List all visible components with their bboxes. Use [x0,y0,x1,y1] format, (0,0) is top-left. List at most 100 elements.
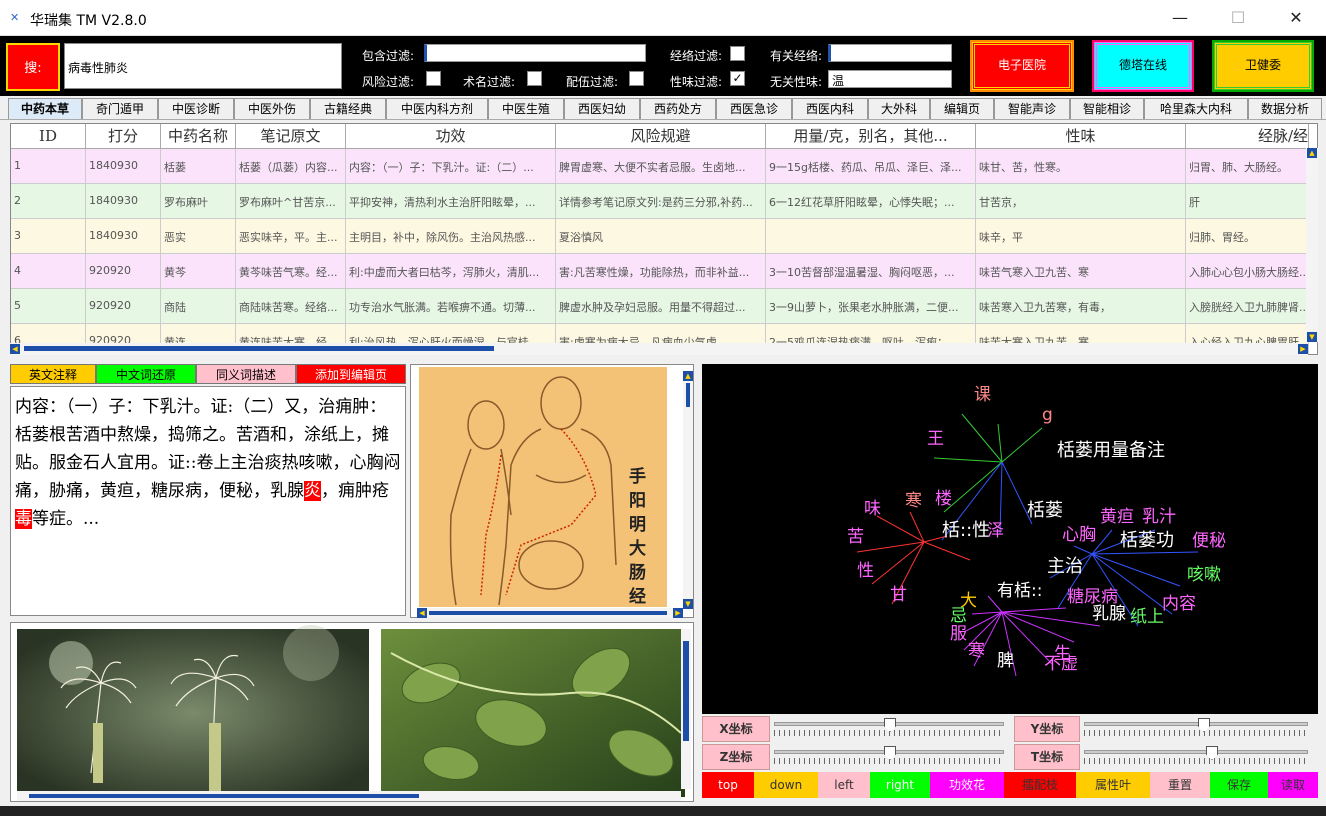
cell-dosage[interactable] [766,219,976,254]
graph-node[interactable]: 纸上 [1130,607,1164,627]
cell-dosage[interactable]: 3一10苦督部湿温暑湿、胸闷呕恶，... [766,254,976,289]
cell-risk[interactable]: 夏浴慎风 [556,219,766,254]
cell-risk[interactable]: 脾胃虚寒、大便不实者忌服。生卤地... [556,149,766,184]
table-row[interactable]: 3 1840930 恶实 恶实味辛，平。主... 主明目，补中，除风伤。主治风热感...… [11,219,1309,254]
cell-score[interactable]: 920920 [86,254,161,289]
search-input[interactable]: 病毒性肺炎 [64,43,342,89]
cell-meridian[interactable]: 入膀胱经入卫九肺脾肾... [1186,289,1309,324]
cell-dosage[interactable]: 9一15g栝楼、药瓜、吊瓜、泽巨、泽... [766,149,976,184]
cell-meridian[interactable]: 归胃、肺、大肠经。 [1186,149,1309,184]
col-header-name[interactable]: 中药名称 [161,124,236,149]
col-header-taste[interactable]: 性味 [976,124,1186,149]
graph-node[interactable]: g [1042,405,1053,425]
tab-face-diagnosis[interactable]: 智能相诊 [1070,98,1144,119]
scroll-up-icon[interactable]: ▲ [1307,148,1317,158]
reset-button[interactable]: 重置 [1150,772,1210,798]
scroll-right-icon[interactable]: ▶ [673,608,683,618]
cell-score[interactable]: 1840930 [86,149,161,184]
ehospital-button[interactable]: 电子医院 [970,40,1074,92]
graph-node[interactable]: 内容 [1162,594,1196,614]
efficacy-flower-button[interactable]: 功效花 [930,772,1004,798]
tab-editor[interactable]: 编辑页 [930,98,994,119]
cell-note[interactable]: 罗布麻叶^甘苦京... [236,184,346,219]
english-note-button[interactable]: 英文注释 [10,364,96,384]
compat-filter-checkbox[interactable] [629,71,644,86]
graph-node[interactable]: 栝蒌用量备注 [1057,440,1165,461]
tab-voice-diagnosis[interactable]: 智能声诊 [994,98,1070,119]
cell-score[interactable]: 1840930 [86,184,161,219]
tab-harrison[interactable]: 哈里森大内科 [1144,98,1248,119]
meridian-filter-checkbox[interactable] [730,46,745,61]
cell-taste[interactable]: 味辛，平 [976,219,1186,254]
table-row[interactable]: 2 1840930 罗布麻叶 罗布麻叶^甘苦京... 平抑安神，清热利水主治肝阳眩晕，.… [11,184,1309,219]
related-meridian-input[interactable] [828,44,952,62]
synonym-button[interactable]: 同义词描述 [196,364,296,384]
tab-surgery[interactable]: 大外科 [868,98,930,119]
health-committee-button[interactable]: 卫健委 [1212,40,1314,92]
tab-tcm-reproduction[interactable]: 中医生殖 [488,98,564,119]
scroll-thumb[interactable] [24,346,494,351]
scroll-left-icon[interactable]: ◀ [10,344,20,354]
col-header-risk[interactable]: 风险规避 [556,124,766,149]
cell-dosage[interactable]: 3一9山萝卜，张果老水肿胀满，二便... [766,289,976,324]
cell-name[interactable]: 恶实 [161,219,236,254]
include-filter-input[interactable] [424,44,646,62]
tab-tcm-internal[interactable]: 中医内科方剂 [386,98,488,119]
tab-wm-internal[interactable]: 西医内科 [792,98,868,119]
top-button[interactable]: top [702,772,754,798]
scroll-left-icon[interactable]: ◀ [417,608,427,618]
maximize-button[interactable]: ☐ [1228,8,1248,28]
x-coord-slider[interactable] [770,716,1014,742]
delta-online-button[interactable]: 德塔在线 [1092,40,1194,92]
unrelated-taste-input[interactable]: 温 [828,70,952,88]
graph-node[interactable]: 主治 [1047,556,1083,577]
cell-efficacy[interactable]: 内容：（一）子：下乳汁。证:（二）... [346,149,556,184]
graph-node[interactable]: 有栝:: [997,581,1042,601]
graph-node[interactable]: 服 [950,624,967,644]
graph-node[interactable]: 栝::性 [942,520,990,541]
save-button[interactable]: 保存 [1210,772,1268,798]
tab-tcm-trauma[interactable]: 中医外伤 [234,98,310,119]
scroll-down-icon[interactable]: ▼ [1307,332,1317,342]
cell-meridian[interactable]: 入肺心心包小肠大肠经... [1186,254,1309,289]
risk-filter-checkbox[interactable] [426,71,441,86]
compat-branch-button[interactable]: 擂配枝 [1004,772,1076,798]
cell-id[interactable]: 4 [11,254,86,289]
graph-node[interactable]: 泽 [987,521,1004,541]
graph-node[interactable]: 苦 [847,527,864,547]
graph-node[interactable]: 生 [1054,644,1071,664]
graph-node[interactable]: 咳嗽 [1187,565,1221,585]
cell-id[interactable]: 1 [11,149,86,184]
tab-data-analysis[interactable]: 数据分析 [1248,98,1322,119]
col-header-dosage[interactable]: 用量/克，别名，其他... [766,124,976,149]
meridian-scrollbar[interactable]: ▲ ▼ [683,371,693,609]
attribute-leaf-button[interactable]: 属性叶 [1076,772,1150,798]
cell-taste[interactable]: 味苦寒入卫九苦寒，有毒， [976,289,1186,324]
graph-node[interactable]: 甘 [890,585,907,605]
knowledge-graph[interactable]: 栝蒌用量备注栝蒌栝::性主治栝蒌功有栝::乳腺脾课g王楼味 寒苦性甘泽黄疸 乳汁心胸… [702,364,1318,714]
graph-node[interactable]: 性 [857,561,874,581]
cell-score[interactable]: 920920 [86,289,161,324]
graph-node[interactable]: 寒 [968,641,985,661]
cell-id[interactable]: 3 [11,219,86,254]
cell-efficacy[interactable]: 利:中虚而大者曰枯芩，泻肺火，清肌... [346,254,556,289]
cell-risk[interactable]: 详情参考笔记原文列:是药三分邪,补药... [556,184,766,219]
down-button[interactable]: down [754,772,818,798]
chinese-restore-button[interactable]: 中文词还原 [96,364,196,384]
cell-risk[interactable]: 脾虚水肿及孕妇忌服。用量不得超过... [556,289,766,324]
tab-herbal[interactable]: 中药本草 [8,98,82,119]
cell-name[interactable]: 罗布麻叶 [161,184,236,219]
cell-name[interactable]: 黄芩 [161,254,236,289]
graph-node[interactable]: 栝蒌功 [1120,530,1174,551]
meridian-h-scrollbar[interactable]: ◀ ▶ [417,608,683,618]
graph-node[interactable]: 便秘 [1192,531,1226,551]
col-header-efficacy[interactable]: 功效 [346,124,556,149]
col-header-meridian[interactable]: 经脉/经 [1186,124,1309,149]
graph-node[interactable]: 课 [974,385,991,405]
table-vertical-scrollbar[interactable]: ▲ ▼ [1306,148,1318,342]
left-button[interactable]: left [818,772,870,798]
tab-wm-prescription[interactable]: 西药处方 [640,98,716,119]
graph-node[interactable]: 乳汁 [1142,507,1176,527]
table-row[interactable]: 5 920920 商陆 商陆味苦寒。经络... 功专治水气胀满。若喉痹不通。切薄... 脾… [11,289,1309,324]
cell-name[interactable]: 商陆 [161,289,236,324]
